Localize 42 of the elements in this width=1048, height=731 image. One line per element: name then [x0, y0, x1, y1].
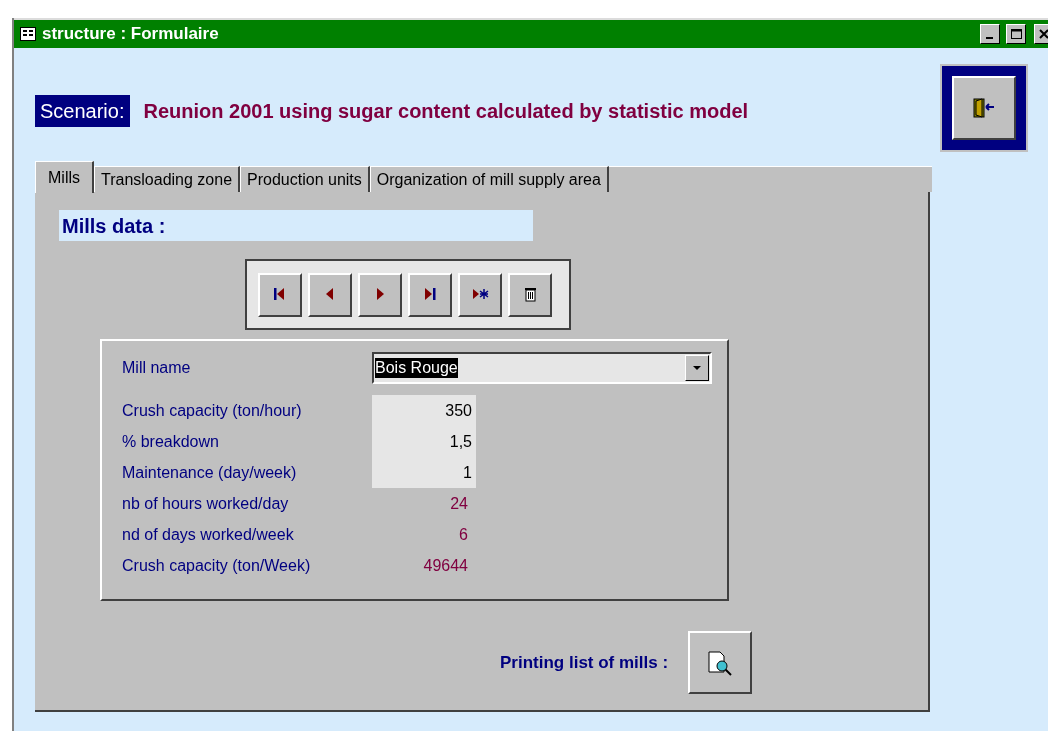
- field-label: Crush capacity (ton/Week): [122, 555, 312, 576]
- caret-icon: [693, 366, 701, 370]
- value-text: 6: [458, 524, 469, 545]
- next-record-button[interactable]: [358, 272, 402, 317]
- minimize-icon: [985, 37, 993, 39]
- maximize-icon: [1010, 29, 1022, 39]
- value-text: 24: [449, 493, 469, 514]
- trash-button[interactable]: [508, 272, 552, 317]
- first-record-button[interactable]: [258, 272, 302, 317]
- print-label: Printing list of mills :: [500, 651, 669, 674]
- field-label: Maintenance (day/week): [122, 462, 298, 483]
- maximize-button[interactable]: [1006, 24, 1026, 44]
- previous-record-button[interactable]: [308, 272, 352, 317]
- tab[interactable]: Production units: [240, 166, 370, 192]
- field-label: % breakdown: [122, 431, 220, 452]
- close-icon: [1038, 29, 1048, 39]
- window-title: structure : Formulaire: [42, 23, 220, 46]
- scenario-label: Scenario:: [35, 95, 130, 127]
- section-title: Mills data :: [59, 210, 533, 241]
- door-exit-icon: [972, 97, 996, 119]
- tab[interactable]: Transloading zone: [94, 166, 241, 192]
- new-record-button[interactable]: [458, 272, 502, 317]
- close-button[interactable]: [1034, 24, 1048, 44]
- last-record-button[interactable]: [408, 272, 452, 317]
- dropdown-arrow-button[interactable]: [685, 355, 709, 381]
- value-field[interactable]: 350: [372, 395, 476, 426]
- tab[interactable]: Organization of mill supply area: [369, 166, 609, 192]
- field-label: Mill name: [122, 358, 192, 378]
- print-preview-button[interactable]: [688, 631, 753, 694]
- value-field[interactable]: 1,5: [372, 426, 476, 457]
- field-label: nb of hours worked/day: [122, 493, 290, 514]
- mill-name-dropdown[interactable]: Bois Rouge: [372, 352, 712, 384]
- form-icon: [20, 27, 36, 41]
- tab[interactable]: Mills: [35, 161, 94, 193]
- field-label: nd of days worked/week: [122, 524, 295, 545]
- value-field[interactable]: 1: [372, 457, 476, 488]
- scenario-text: Reunion 2001 using sugar content calculated by statistic model: [143, 99, 749, 124]
- minimize-button[interactable]: [980, 24, 1000, 44]
- exit-button[interactable]: [952, 76, 1016, 140]
- value-text: 49644: [422, 555, 469, 576]
- field-label: Crush capacity (ton/hour): [122, 400, 303, 421]
- selected-text: Bois Rouge: [375, 358, 458, 378]
